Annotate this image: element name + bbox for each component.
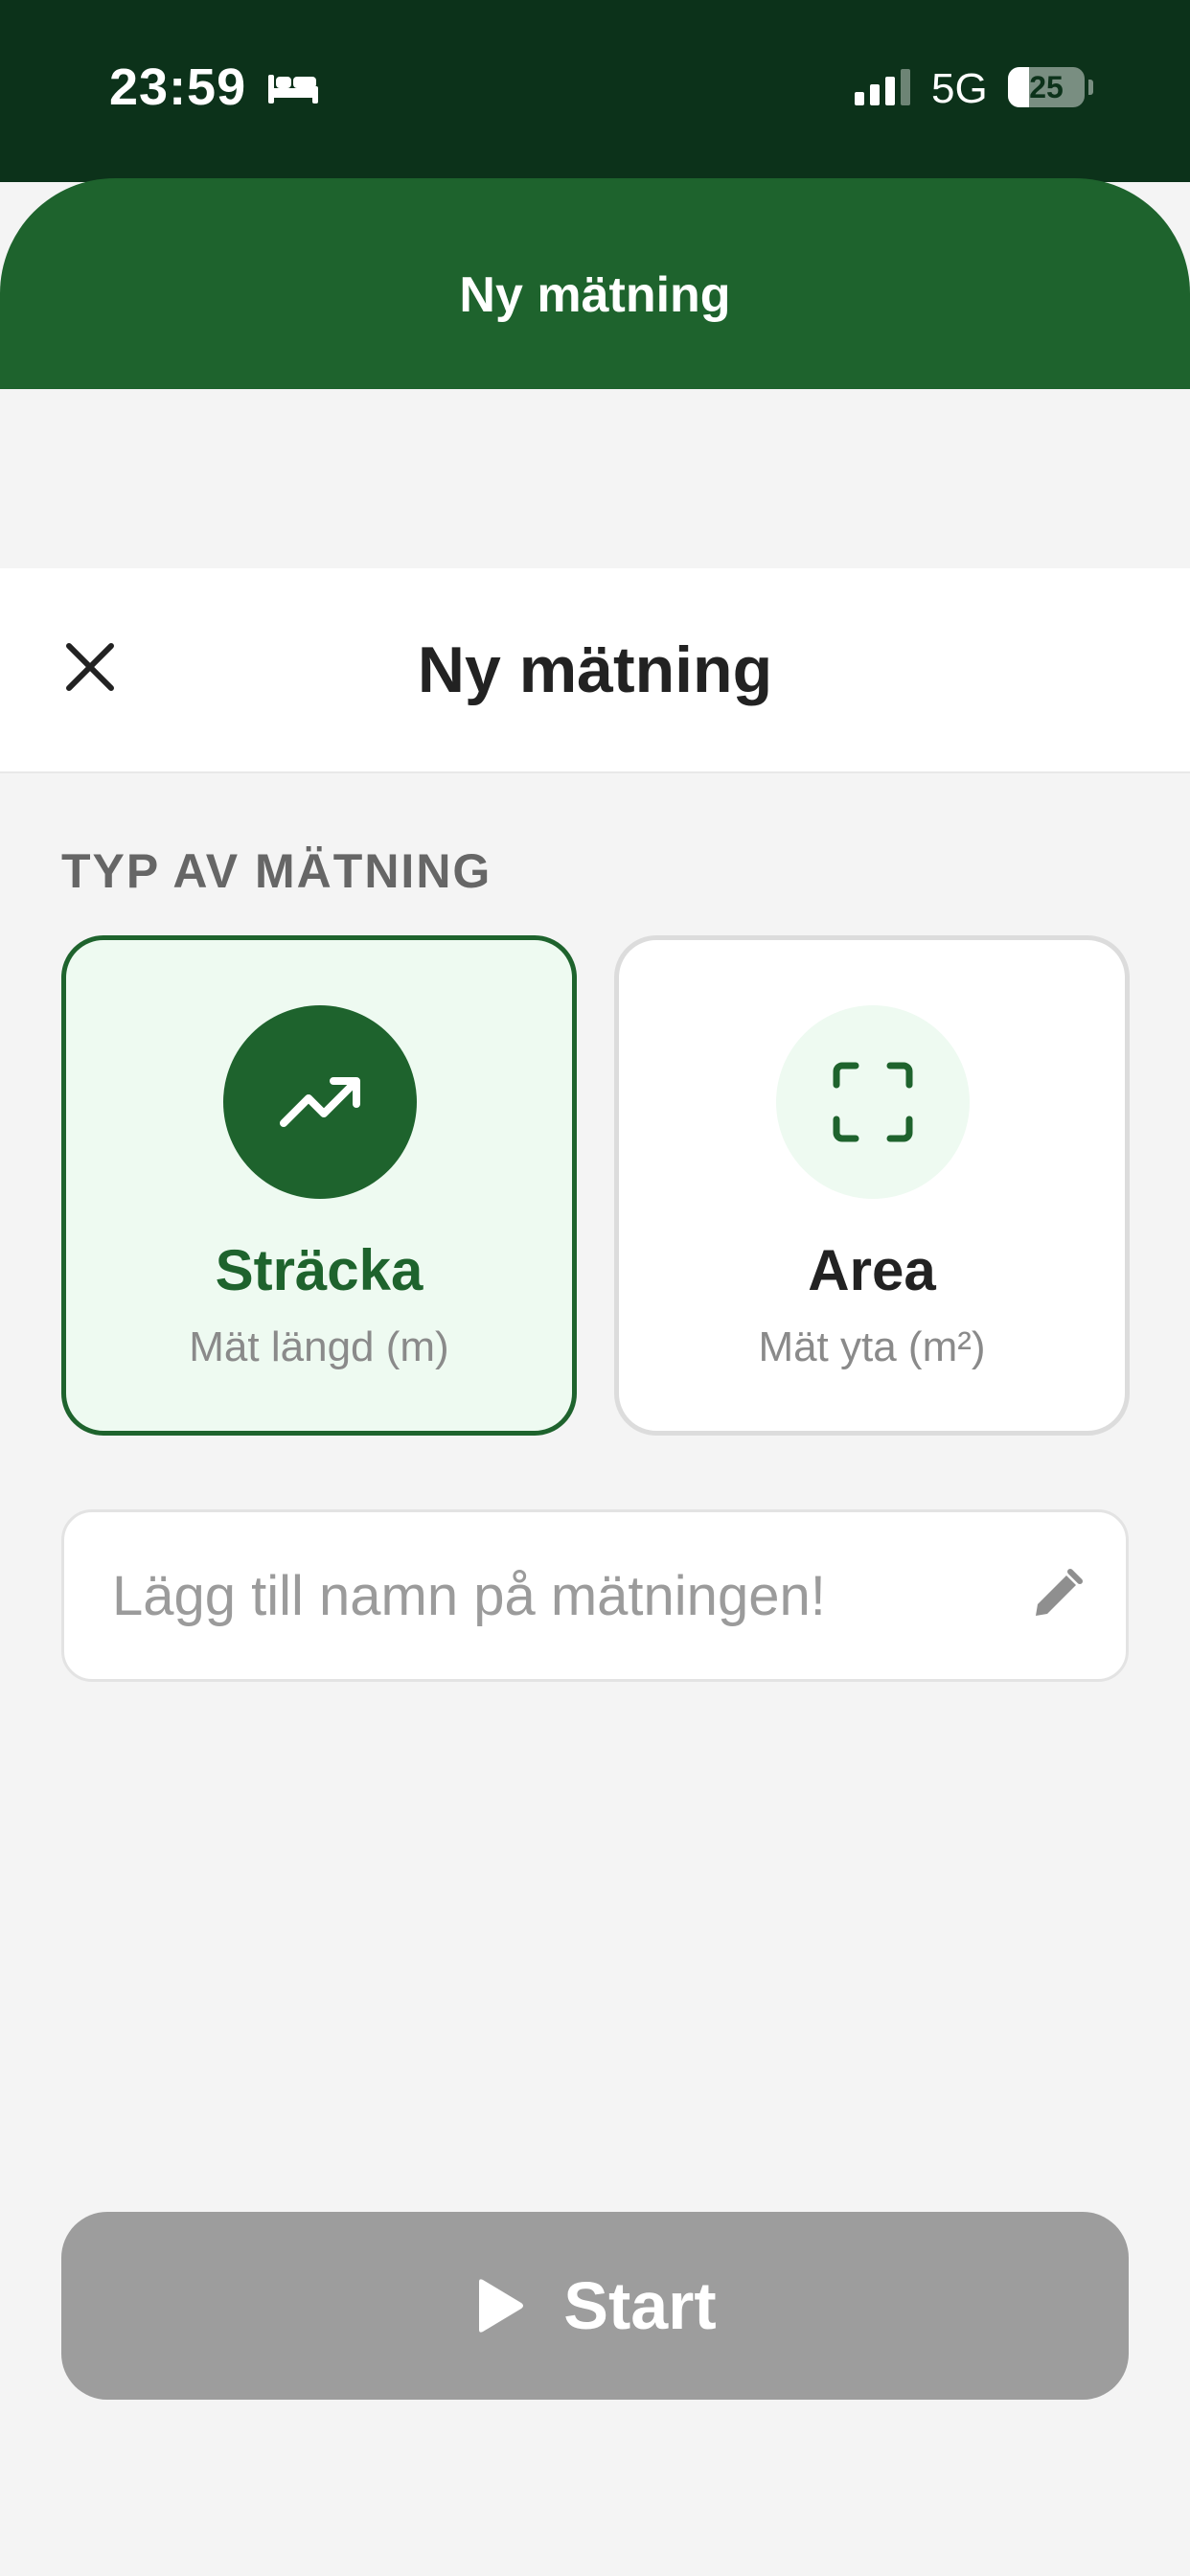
measurement-type-distance[interactable]: Sträcka Mät längd (m): [61, 935, 577, 1436]
status-bar: 23:59 5G 25: [0, 0, 1190, 182]
battery-icon: 25: [1008, 67, 1085, 107]
bed-icon: [268, 75, 318, 104]
card-title: Area: [808, 1238, 936, 1302]
battery-level: 25: [1029, 69, 1064, 104]
start-button[interactable]: Start: [61, 2212, 1129, 2400]
card-subtitle: Mät längd (m): [189, 1323, 449, 1370]
battery-fill: [1008, 67, 1029, 107]
scan-frame-icon: [833, 1062, 913, 1142]
card-title: Sträcka: [215, 1238, 423, 1302]
screen: 23:59 5G 25 Ny mätning Ny mätning TYP AV…: [0, 0, 1190, 2576]
measurement-type-label: TYP AV MÄTNING: [61, 844, 492, 898]
status-time: 23:59: [109, 58, 247, 116]
start-label: Start: [563, 2268, 717, 2343]
trending-up-icon: [280, 1077, 360, 1127]
measurement-type-area[interactable]: Area Mät yta (m²): [614, 935, 1130, 1436]
sheet-title: Ny mätning: [417, 633, 773, 706]
pencil-icon[interactable]: [1026, 1566, 1086, 1625]
play-icon: [479, 2279, 524, 2333]
measurement-name-field[interactable]: [61, 1509, 1129, 1682]
measurement-name-input[interactable]: [112, 1512, 1003, 1679]
cellular-signal-icon: [855, 69, 910, 105]
app-header-title: Ny mätning: [459, 267, 731, 323]
card-subtitle: Mät yta (m²): [758, 1323, 986, 1370]
battery-nub: [1088, 80, 1093, 95]
icon-circle: [223, 1005, 417, 1199]
network-type: 5G: [931, 65, 988, 112]
icon-circle: [776, 1005, 970, 1199]
